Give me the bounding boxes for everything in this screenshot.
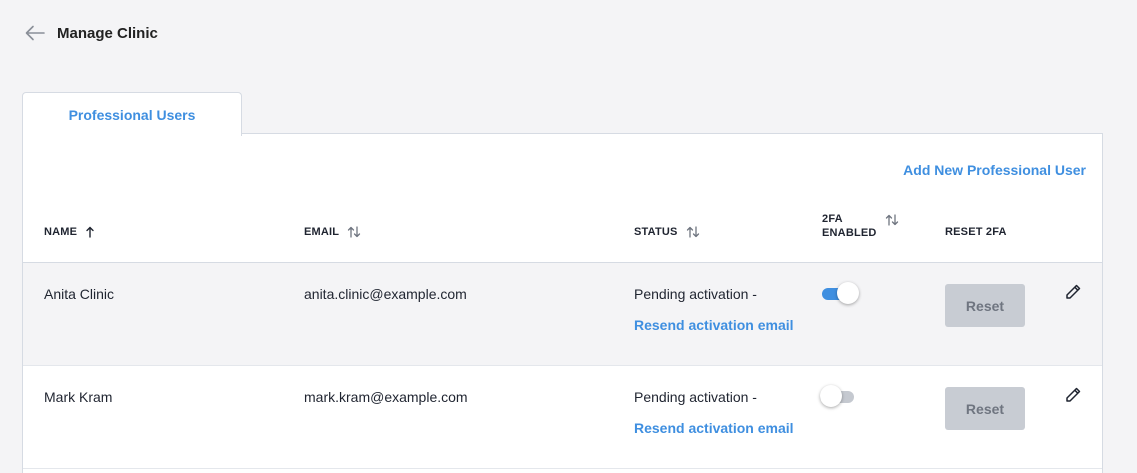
sort-toggle-icon[interactable]	[885, 214, 899, 226]
sort-toggle-icon[interactable]	[347, 226, 361, 238]
edit-button[interactable]	[1063, 385, 1083, 405]
users-panel: Add New Professional User NAME EMAIL STA…	[22, 133, 1103, 473]
add-new-professional-user-link[interactable]: Add New Professional User	[903, 162, 1086, 178]
column-header-2fa-enabled: 2FA ENABLED	[822, 212, 899, 240]
resend-activation-email-link[interactable]: Resend activation email	[634, 420, 794, 436]
column-header-name: NAME	[44, 225, 95, 239]
page-header: Manage Clinic	[24, 22, 158, 44]
user-email: anita.clinic@example.com	[304, 286, 467, 302]
pencil-icon	[1066, 284, 1081, 299]
edit-button[interactable]	[1063, 282, 1083, 302]
pencil-icon	[1066, 387, 1081, 402]
sort-ascending-icon[interactable]	[85, 226, 95, 238]
table-header: NAME EMAIL STATUS 2FA ENABLED RESET 2FA	[23, 204, 1102, 263]
reset-2fa-button[interactable]: Reset	[945, 387, 1025, 430]
user-status: Pending activation -	[634, 286, 757, 302]
user-name: Anita Clinic	[44, 286, 115, 302]
column-header-reset-2fa: RESET 2FA	[945, 226, 1007, 238]
reset-2fa-button[interactable]: Reset	[945, 284, 1025, 327]
column-header-email: EMAIL	[304, 225, 361, 239]
column-header-status: STATUS	[634, 225, 700, 239]
tab-professional-users[interactable]: Professional Users	[22, 92, 242, 136]
2fa-toggle[interactable]	[822, 282, 859, 304]
table-row: Anita Clinic anita.clinic@example.com Pe…	[23, 263, 1102, 366]
2fa-toggle[interactable]	[820, 385, 856, 407]
table-row: Mark Kram mark.kram@example.com Pending …	[23, 366, 1102, 469]
tab-label: Professional Users	[68, 106, 196, 123]
arrow-left-icon	[25, 25, 45, 41]
back-button[interactable]	[24, 22, 46, 44]
user-email: mark.kram@example.com	[304, 389, 468, 405]
sort-toggle-icon[interactable]	[686, 226, 700, 238]
user-name: Mark Kram	[44, 389, 113, 405]
resend-activation-email-link[interactable]: Resend activation email	[634, 317, 794, 333]
user-status: Pending activation -	[634, 389, 757, 405]
page-title: Manage Clinic	[57, 24, 158, 42]
